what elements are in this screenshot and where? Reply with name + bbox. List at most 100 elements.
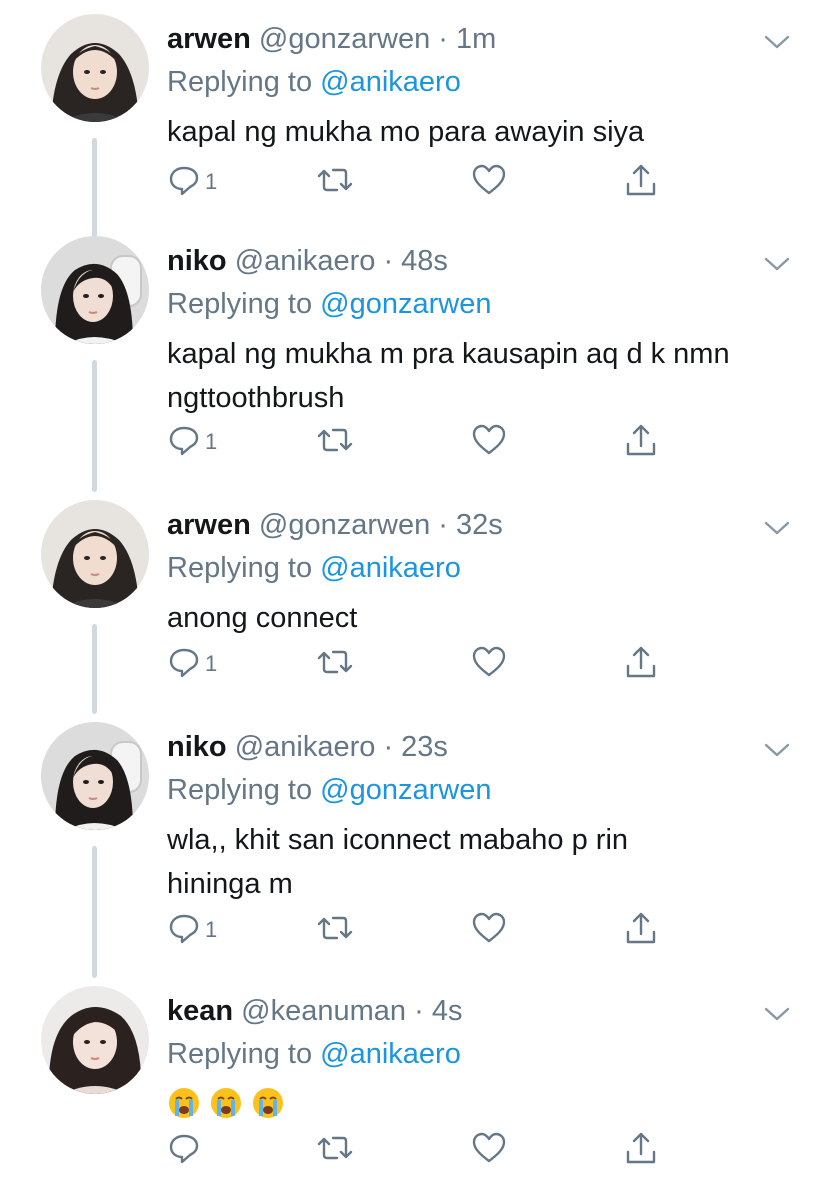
reply-icon [167,163,201,202]
like-button[interactable] [471,424,507,460]
loudly-crying-face-icon [251,1086,285,1120]
reply-button[interactable] [167,1132,205,1168]
share-button[interactable] [623,912,659,948]
user-handle[interactable]: @gonzarwen [259,509,430,541]
display-name[interactable]: arwen [167,23,251,55]
tweet-text [167,1080,767,1124]
replying-to-label: Replying to [167,1038,313,1070]
user-handle[interactable]: @anikaero [235,731,376,763]
replying-to-label: Replying to [167,774,313,806]
tweet[interactable]: arwen @gonzarwen · 1m Replying to @anika… [0,10,828,240]
reply-button[interactable]: 1 [167,646,217,682]
retweet-button[interactable] [315,912,355,948]
like-button[interactable] [471,164,507,200]
tweet-header: niko @anikaero · 48s [167,244,448,278]
reply-icon [167,423,201,462]
mention-link[interactable]: @anikaero [320,66,461,98]
user-handle[interactable]: @gonzarwen [259,23,430,55]
like-icon [471,911,507,950]
reply-button[interactable]: 1 [167,912,217,948]
chevron-down-icon[interactable] [762,32,792,57]
tweet-text: anong connect [167,602,358,634]
replying-to-label: Replying to [167,288,313,320]
user-handle[interactable]: @anikaero [235,245,376,277]
replying-to-label: Replying to [167,66,313,98]
like-button[interactable] [471,912,507,948]
replying-to: Replying to @gonzarwen [167,773,491,807]
tweet-text: wla,, khit san iconnect mabaho p rin hin… [167,824,629,900]
tweet-actions: 1 [167,424,667,460]
display-name[interactable]: arwen [167,509,251,541]
avatar[interactable] [41,986,149,1094]
reply-count: 1 [205,429,218,454]
tweet[interactable]: arwen @gonzarwen · 32s Replying to @anik… [0,496,828,718]
tweet-header: arwen @gonzarwen · 1m [167,22,496,56]
avatar[interactable] [41,236,149,344]
tweet[interactable]: kean @keanuman · 4s Replying to @anikaer… [0,982,828,1177]
tweet-actions [167,1132,667,1168]
reply-button[interactable]: 1 [167,164,217,200]
thread-line [92,624,97,714]
reply-icon [167,1131,201,1170]
like-icon [471,1131,507,1170]
replying-to-label: Replying to [167,552,313,584]
thread-line [92,846,97,978]
mention-link[interactable]: @gonzarwen [320,774,491,806]
retweet-button[interactable] [315,1132,355,1168]
chevron-down-icon[interactable] [762,254,792,279]
separator-dot: · [414,995,424,1027]
tweet[interactable]: niko @anikaero · 48s Replying to @gonzar… [0,232,828,496]
share-icon [623,910,659,951]
loudly-crying-face-icon [167,1086,201,1120]
tweet[interactable]: niko @anikaero · 23s Replying to @gonzar… [0,718,828,982]
display-name[interactable]: niko [167,731,227,763]
timestamp[interactable]: 1m [456,23,496,55]
like-button[interactable] [471,1132,507,1168]
mention-link[interactable]: @anikaero [320,552,461,584]
user-handle[interactable]: @keanuman [241,995,406,1027]
mention-link[interactable]: @anikaero [320,1038,461,1070]
avatar[interactable] [41,14,149,122]
retweet-icon [315,1131,355,1170]
avatar[interactable] [41,500,149,608]
share-icon [623,1130,659,1171]
reply-icon [167,645,201,684]
separator-dot: · [438,23,448,55]
share-button[interactable] [623,164,659,200]
share-button[interactable] [623,1132,659,1168]
reply-button[interactable]: 1 [167,424,217,460]
share-icon [623,162,659,203]
chevron-down-icon[interactable] [762,518,792,543]
tweet-text: kapal ng mukha m pra kausapin aq d k nmn… [167,338,730,414]
timestamp[interactable]: 48s [401,245,448,277]
retweet-button[interactable] [315,164,355,200]
like-icon [471,645,507,684]
timestamp[interactable]: 23s [401,731,448,763]
reply-icon [167,911,201,950]
separator-dot: · [438,509,448,541]
separator-dot: · [383,731,394,763]
separator-dot: · [383,245,394,277]
share-button[interactable] [623,424,659,460]
timestamp[interactable]: 32s [456,509,503,541]
chevron-down-icon[interactable] [762,1004,792,1029]
reply-count: 1 [205,917,218,942]
tweet-header: arwen @gonzarwen · 32s [167,508,503,542]
thread-line [92,360,97,492]
retweet-icon [315,911,355,950]
like-icon [471,423,507,462]
tweet-actions: 1 [167,646,667,682]
like-button[interactable] [471,646,507,682]
tweet-header: niko @anikaero · 23s [167,730,448,764]
reply-count: 1 [205,169,218,194]
display-name[interactable]: niko [167,245,227,277]
timestamp[interactable]: 4s [432,995,463,1027]
avatar[interactable] [41,722,149,830]
chevron-down-icon[interactable] [762,740,792,765]
retweet-button[interactable] [315,646,355,682]
retweet-button[interactable] [315,424,355,460]
tweet-actions: 1 [167,912,667,948]
mention-link[interactable]: @gonzarwen [320,288,491,320]
share-button[interactable] [623,646,659,682]
display-name[interactable]: kean [167,995,233,1027]
